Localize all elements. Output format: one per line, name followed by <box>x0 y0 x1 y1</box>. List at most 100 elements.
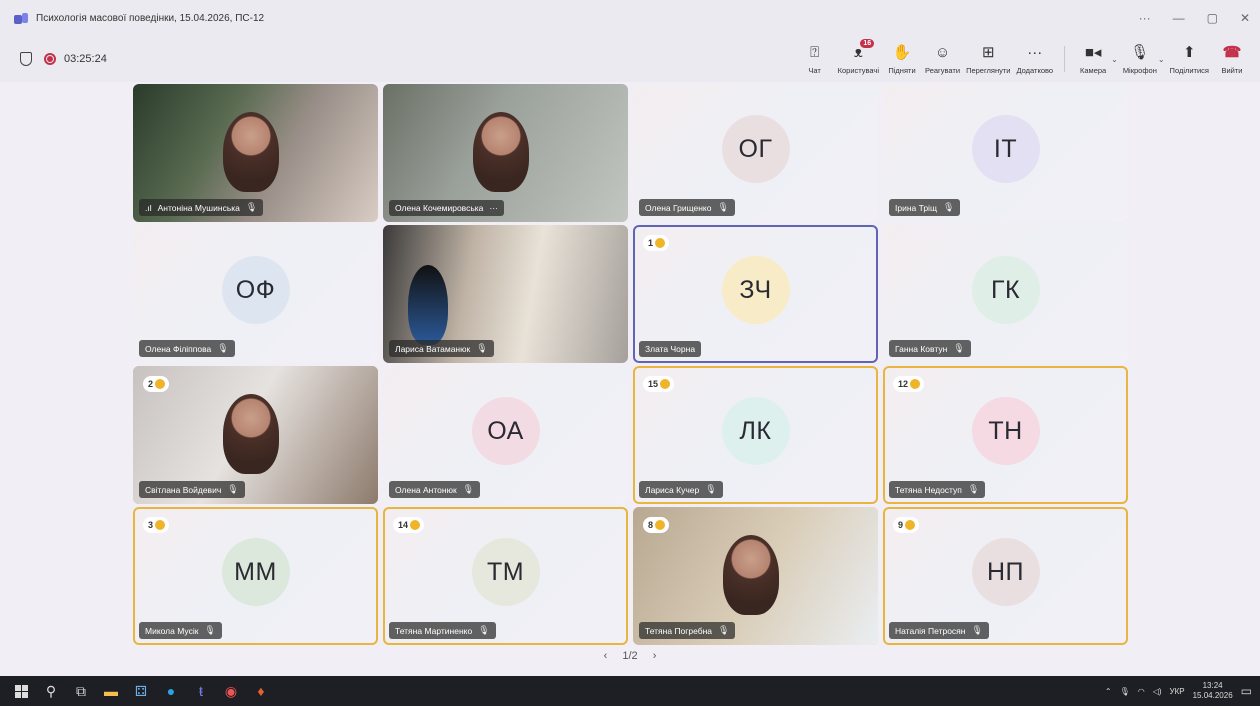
mic-off-icon: 🎙︎ <box>1130 43 1150 61</box>
more-icon: ··· <box>1027 43 1043 61</box>
participant-name-tag: Олена Кочемировська ··· <box>389 200 504 216</box>
mic-muted-icon: 🎙︎ <box>478 625 490 635</box>
leave-button[interactable]: ☎ Вийти <box>1212 36 1252 82</box>
search-icon[interactable]: ⚲ <box>36 676 66 706</box>
windows-taskbar: ⚲ ⧉ ▬ ⚃ ● ŧ ◉ ♦ ⌃ 🎙︎ ◠ ◁) УКР 13:24 15.0… <box>0 676 1260 706</box>
participant-name: Олена Грищенко <box>645 202 712 213</box>
participant-name: Антоніна Мушинська <box>157 202 240 213</box>
avatar: ТМ <box>471 538 540 606</box>
mic-muted-icon: 🎙︎ <box>245 202 258 212</box>
participant-tile[interactable]: ОА Олена Антонюк 🎙︎ <box>383 366 628 504</box>
mic-muted-icon: 🎙︎ <box>217 343 229 353</box>
participant-name: Тетяна Недоступ <box>895 484 962 495</box>
avatar: ТН <box>971 397 1040 465</box>
next-page-button[interactable]: › <box>653 650 657 662</box>
more-button[interactable]: ··· Додатково <box>1014 36 1057 82</box>
microphone-button[interactable]: 🎙︎ Мікрофон <box>1120 36 1160 82</box>
task-view-icon[interactable]: ⧉ <box>66 676 96 706</box>
recording-icon <box>44 53 56 65</box>
participant-tile[interactable]: ОГ Олена Грищенко 🎙︎ <box>633 84 878 222</box>
participant-name-tag: Тетяна Мартиненко 🎙︎ <box>389 622 496 639</box>
share-button[interactable]: ⬆ Поділитися <box>1167 36 1212 82</box>
raised-hand-icon <box>155 379 166 389</box>
participant-name: Микола Мусік <box>145 625 199 636</box>
wifi-icon[interactable]: ◠ <box>1138 687 1145 696</box>
mic-muted-icon: 🎙︎ <box>953 343 965 353</box>
people-button[interactable]: ᴥ 16 Користувачі <box>835 36 882 82</box>
raised-hand-icon <box>655 238 666 248</box>
participant-video-person <box>223 394 279 474</box>
participant-name: Лариса Кучер <box>645 484 700 495</box>
chrome-icon[interactable]: ◉ <box>216 676 246 706</box>
mic-muted-icon: 🎙︎ <box>967 484 980 494</box>
participant-name-tag: Тетяна Недоступ 🎙︎ <box>889 481 986 498</box>
participant-name: Олена Кочемировська <box>395 203 484 213</box>
minimize-button[interactable]: — <box>1173 11 1185 25</box>
raised-hand-icon <box>910 379 921 389</box>
avatar: ГК <box>971 256 1040 324</box>
mic-muted-icon: 🎙︎ <box>204 625 216 635</box>
telegram-icon[interactable]: ● <box>156 676 186 706</box>
file-explorer-icon[interactable]: ▬ <box>96 676 126 706</box>
participant-name-tag: Ганна Ковтун 🎙︎ <box>889 340 971 357</box>
participant-tile[interactable]: 8 Тетяна Погребна 🎙︎ <box>633 507 878 645</box>
avatar: ОГ <box>721 115 790 183</box>
clock[interactable]: 13:24 15.04.2026 <box>1193 681 1233 701</box>
participant-tile[interactable]: Лариса Ватаманюк 🎙︎ <box>383 225 628 363</box>
participant-name: Ірина Тріщ <box>895 202 937 213</box>
participant-tile[interactable]: ГК Ганна Ковтун 🎙︎ <box>883 225 1128 363</box>
signal-strength-icon: .ıl <box>145 202 152 213</box>
network-app-icon[interactable]: ⚃ <box>126 676 156 706</box>
view-button[interactable]: ⊞ Переглянути <box>963 36 1013 82</box>
participant-tile[interactable]: ЛК 15 Лариса Кучер 🎙︎ <box>633 366 878 504</box>
participant-tile[interactable]: Олена Кочемировська ··· <box>383 84 628 222</box>
raised-hand-badge: 12 <box>893 376 925 392</box>
participant-name: Світлана Войдевич <box>145 484 222 495</box>
chevron-up-icon[interactable]: ⌃ <box>1105 687 1112 696</box>
app-drop-icon[interactable]: ♦ <box>246 676 276 706</box>
volume-icon[interactable]: ◁) <box>1153 687 1162 696</box>
avatar: ММ <box>221 538 290 606</box>
chat-button[interactable]: ⍰ Чат <box>795 36 835 82</box>
participant-name-tag: Тетяна Погребна 🎙︎ <box>639 622 736 639</box>
participant-name: Тетяна Мартиненко <box>395 625 473 636</box>
window-title: Психологія масової поведінки, 15.04.2026… <box>36 12 265 24</box>
start-button[interactable] <box>6 676 36 706</box>
page-indicator: 1/2 <box>622 650 638 662</box>
participant-name-tag: Микола Мусік 🎙︎ <box>139 622 222 639</box>
react-button[interactable]: ☺ Реагувати <box>922 36 963 82</box>
prev-page-button[interactable]: ‹ <box>604 650 608 662</box>
participant-tile[interactable]: НП 9 Наталія Петросян 🎙︎ <box>883 507 1128 645</box>
gallery-pager: ‹ 1/2 › <box>0 650 1260 662</box>
raise-hand-button[interactable]: ✋ Підняти <box>882 36 922 82</box>
video-gallery: .ıl Антоніна Мушинська 🎙︎ Олена Кочемировсь… <box>0 82 1260 676</box>
raised-hand-badge: 9 <box>893 517 920 533</box>
participant-tile[interactable]: ТМ 14 Тетяна Мартиненко 🎙︎ <box>383 507 628 645</box>
participant-tile[interactable]: ОФ Олена Філіппова 🎙︎ <box>133 225 378 363</box>
participant-tile[interactable]: .ıl Антоніна Мушинська 🎙︎ <box>133 84 378 222</box>
participant-tile[interactable]: ММ 3 Микола Мусік 🎙︎ <box>133 507 378 645</box>
shield-icon <box>20 52 32 66</box>
avatar: ОФ <box>221 256 290 324</box>
restore-button[interactable]: ▢ <box>1207 11 1218 25</box>
participant-tile[interactable]: ЗЧ 1 Злата Чорна <box>633 225 878 363</box>
close-button[interactable]: ✕ <box>1240 11 1250 25</box>
raised-hand-icon <box>410 520 421 530</box>
teams-taskbar-icon[interactable]: ŧ <box>186 676 216 706</box>
participant-name-tag: Ірина Тріщ 🎙︎ <box>889 199 961 216</box>
avatar: ЗЧ <box>721 256 790 324</box>
mic-tray-icon: 🎙︎ <box>1119 686 1130 696</box>
camera-button[interactable]: ■◂ Камера <box>1073 36 1113 82</box>
participant-tile[interactable]: ТН 12 Тетяна Недоступ 🎙︎ <box>883 366 1128 504</box>
mic-muted-icon: 🎙︎ <box>227 484 239 494</box>
participant-name: Олена Антонюк <box>395 484 457 495</box>
language-indicator[interactable]: УКР <box>1170 687 1185 696</box>
participant-name-tag: Лариса Кучер 🎙︎ <box>639 481 723 498</box>
more-options-icon[interactable]: ··· <box>1139 11 1151 25</box>
participant-tile[interactable]: ІТ Ірина Тріщ 🎙︎ <box>883 84 1128 222</box>
chat-icon: ⍰ <box>810 43 820 61</box>
notifications-icon[interactable]: ▭ <box>1241 684 1252 698</box>
raised-hand-badge: 8 <box>643 517 670 533</box>
participant-tile[interactable]: 2 Світлана Войдевич 🎙︎ <box>133 366 378 504</box>
more-icon[interactable]: ··· <box>489 203 498 213</box>
